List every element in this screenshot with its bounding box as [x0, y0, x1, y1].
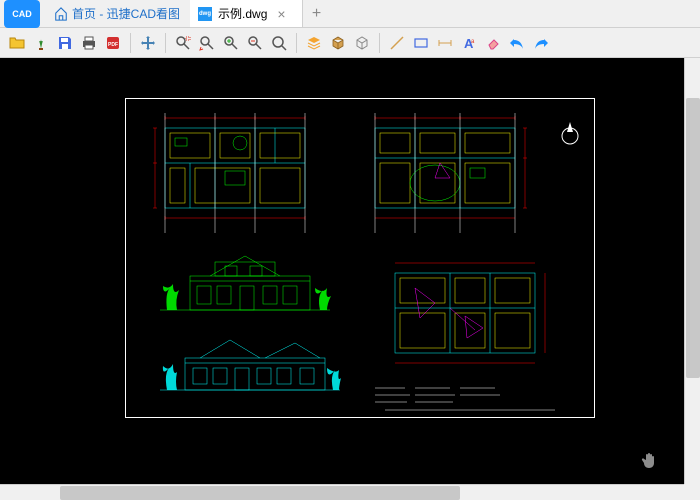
compass-icon	[555, 118, 585, 148]
open-button[interactable]	[6, 32, 28, 54]
pdf-button[interactable]: PDF	[102, 32, 124, 54]
elevation-west	[155, 328, 345, 398]
line-button[interactable]	[386, 32, 408, 54]
save-button[interactable]	[54, 32, 76, 54]
home-icon	[54, 7, 68, 21]
vertical-scrollbar[interactable]	[684, 58, 700, 484]
pan-button[interactable]	[137, 32, 159, 54]
title-bar: CAD 首页 - 迅捷CAD看图 dwg 示例.dwg × +	[0, 0, 700, 28]
text-button[interactable]: Aa	[458, 32, 480, 54]
file-tab-label: 示例.dwg	[218, 5, 267, 22]
magnify-button[interactable]	[268, 32, 290, 54]
home-tab[interactable]: 首页 - 迅捷CAD看图	[44, 0, 190, 27]
horizontal-scroll-thumb[interactable]	[60, 486, 460, 500]
redo-button[interactable]	[530, 32, 552, 54]
svg-text:a: a	[471, 39, 475, 45]
new-tab-button[interactable]: +	[303, 0, 331, 27]
erase-button[interactable]	[482, 32, 504, 54]
home-tab-label: 首页 - 迅捷CAD看图	[72, 5, 180, 22]
app-logo: CAD	[4, 0, 40, 28]
floor-plan-1	[145, 113, 325, 233]
title-block	[365, 383, 575, 413]
elevation-south	[155, 248, 335, 318]
zoom-out-button[interactable]	[244, 32, 266, 54]
view-3d-button[interactable]	[327, 32, 349, 54]
zoom-extents-button[interactable]	[196, 32, 218, 54]
dwg-icon: dwg	[198, 7, 212, 21]
cube-button[interactable]	[351, 32, 373, 54]
close-tab-icon[interactable]: ×	[273, 6, 289, 22]
print-button[interactable]	[78, 32, 100, 54]
separator	[379, 33, 380, 53]
drawing-viewport[interactable]	[0, 58, 700, 500]
zoom-window-button[interactable]	[172, 32, 194, 54]
separator	[130, 33, 131, 53]
toolbar: PDF Aa	[0, 28, 700, 58]
separator	[296, 33, 297, 53]
floor-plan-2	[355, 113, 535, 233]
separator	[165, 33, 166, 53]
roof-plan	[375, 258, 555, 378]
horizontal-scrollbar[interactable]	[0, 484, 684, 500]
export-image-button[interactable]	[30, 32, 52, 54]
file-tab[interactable]: dwg 示例.dwg ×	[190, 0, 303, 27]
scroll-corner	[684, 484, 700, 500]
zoom-in-button[interactable]	[220, 32, 242, 54]
hand-cursor-icon	[640, 450, 660, 470]
drawing-canvas	[125, 98, 595, 418]
vertical-scroll-thumb[interactable]	[686, 98, 700, 378]
rect-button[interactable]	[410, 32, 432, 54]
dimension-button[interactable]	[434, 32, 456, 54]
svg-text:PDF: PDF	[108, 42, 118, 48]
undo-button[interactable]	[506, 32, 528, 54]
layers-button[interactable]	[303, 32, 325, 54]
